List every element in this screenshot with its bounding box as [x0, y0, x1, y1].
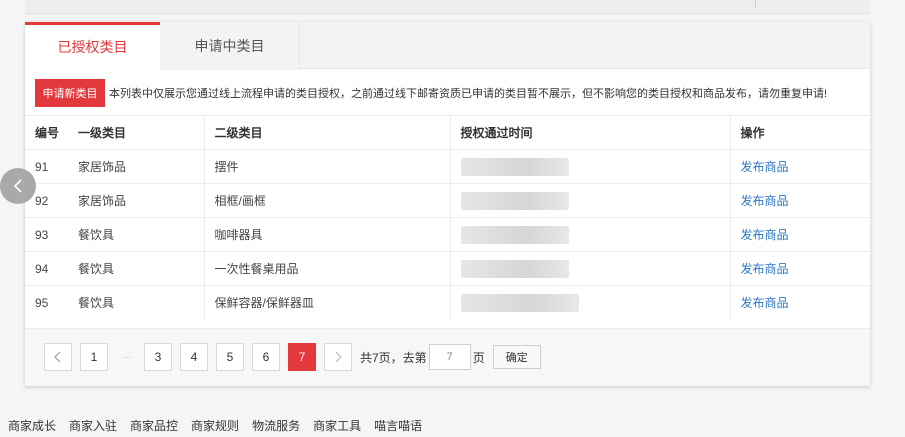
divider	[755, 0, 756, 8]
header-auth-time: 授权通过时间	[449, 115, 730, 150]
goto-page-input[interactable]	[428, 344, 471, 370]
footer-link[interactable]: 物流服务	[252, 417, 300, 434]
redacted-time	[460, 293, 579, 312]
cell-auth-time	[449, 285, 730, 320]
publish-product-link[interactable]: 发布商品	[741, 194, 789, 208]
tab-authorized[interactable]: 已授权类目	[25, 22, 160, 70]
cell-level2: 摆件	[203, 149, 450, 184]
table-header-row: 编号 一级类目 二级类目 授权通过时间 操作	[25, 115, 870, 150]
chevron-left-icon	[13, 179, 22, 193]
table-row: 95 餐饮具 保鲜容器/保鲜器皿 发布商品	[25, 285, 870, 320]
footer-link[interactable]: 商家工具	[313, 417, 361, 434]
apply-new-category-button[interactable]: 申请新类目	[35, 79, 105, 107]
table-row: 92 家居饰品 相框/画框 发布商品	[25, 183, 870, 218]
cell-auth-time	[449, 217, 730, 252]
pagination-ellipsis: ···	[122, 351, 132, 363]
notice-text: 本列表中仅展示您通过线上流程申请的类目授权，之前通过线下邮寄资质已申请的类目暂不…	[109, 88, 828, 100]
publish-product-link[interactable]: 发布商品	[741, 228, 789, 242]
cell-level2: 相框/画框	[203, 183, 450, 218]
category-table: 编号 一级类目 二级类目 授权通过时间 操作 91 家居饰品 摆件 发布商品 9…	[25, 115, 870, 320]
pagination: 1 ··· 3 4 5 6 7 共7页，去第 页 确定	[44, 343, 541, 371]
redacted-time	[460, 259, 569, 278]
top-panel-edge	[25, 0, 870, 14]
publish-product-link[interactable]: 发布商品	[741, 296, 789, 310]
cell-id: 95	[25, 285, 68, 320]
redacted-time	[460, 157, 569, 176]
cell-action: 发布商品	[729, 217, 870, 252]
cell-level1: 家居饰品	[68, 183, 204, 218]
redacted-time	[460, 191, 569, 210]
footer-nav: 商家成长 商家入驻 商家品控 商家规则 物流服务 商家工具 喵言喵语	[8, 417, 435, 434]
cell-auth-time	[449, 149, 730, 184]
tab-pending[interactable]: 申请中类目	[160, 22, 300, 70]
page-button-4[interactable]: 4	[180, 343, 208, 371]
page-button-6[interactable]: 6	[252, 343, 280, 371]
header-action: 操作	[729, 115, 870, 150]
header-id: 编号	[25, 115, 68, 150]
table-row: 93 餐饮具 咖啡器具 发布商品	[25, 217, 870, 252]
cell-level2: 咖啡器具	[203, 217, 450, 252]
cell-action: 发布商品	[729, 149, 870, 184]
publish-product-link[interactable]: 发布商品	[741, 160, 789, 174]
cell-id: 94	[25, 251, 68, 286]
chevron-right-icon	[335, 351, 342, 363]
page-button-1[interactable]: 1	[80, 343, 108, 371]
cell-id: 93	[25, 217, 68, 252]
cell-level1: 餐饮具	[68, 217, 204, 252]
table-row: 94 餐饮具 一次性餐桌用品 发布商品	[25, 251, 870, 286]
side-back-button[interactable]	[0, 168, 36, 204]
confirm-goto-button[interactable]: 确定	[492, 345, 541, 369]
chevron-left-icon	[54, 351, 61, 363]
page-suffix: 页	[472, 350, 485, 365]
page-button-current[interactable]: 7	[288, 343, 316, 371]
footer-link[interactable]: 商家入驻	[69, 417, 117, 434]
cell-action: 发布商品	[729, 183, 870, 218]
header-level1: 一级类目	[68, 115, 204, 150]
cell-action: 发布商品	[729, 251, 870, 286]
category-card: 已授权类目 申请中类目 申请新类目 本列表中仅展示您通过线上流程申请的类目授权，…	[25, 22, 870, 386]
pagination-bar: 1 ··· 3 4 5 6 7 共7页，去第 页 确定	[25, 328, 870, 386]
next-page-button[interactable]	[324, 343, 352, 371]
footer-link[interactable]: 商家成长	[8, 417, 56, 434]
cell-auth-time	[449, 251, 730, 286]
cell-level2: 一次性餐桌用品	[203, 251, 450, 286]
publish-product-link[interactable]: 发布商品	[741, 262, 789, 276]
cell-action: 发布商品	[729, 285, 870, 320]
page-button-3[interactable]: 3	[144, 343, 172, 371]
tab-bar: 已授权类目 申请中类目	[25, 22, 870, 70]
page-button-5[interactable]: 5	[216, 343, 244, 371]
cell-level2: 保鲜容器/保鲜器皿	[203, 285, 450, 320]
cell-level1: 餐饮具	[68, 251, 204, 286]
cell-level1: 家居饰品	[68, 149, 204, 184]
redacted-time	[460, 225, 569, 244]
header-level2: 二级类目	[203, 115, 450, 150]
table-row: 91 家居饰品 摆件 发布商品	[25, 149, 870, 184]
cell-auth-time	[449, 183, 730, 218]
prev-page-button[interactable]	[44, 343, 72, 371]
total-pages-text: 共7页，去第	[360, 350, 427, 365]
footer-link[interactable]: 喵言喵语	[374, 417, 422, 434]
cell-level1: 餐饮具	[68, 285, 204, 320]
notice-row: 申请新类目 本列表中仅展示您通过线上流程申请的类目授权，之前通过线下邮寄资质已申…	[35, 79, 827, 107]
footer-link[interactable]: 商家规则	[191, 417, 239, 434]
footer-link[interactable]: 商家品控	[130, 417, 178, 434]
